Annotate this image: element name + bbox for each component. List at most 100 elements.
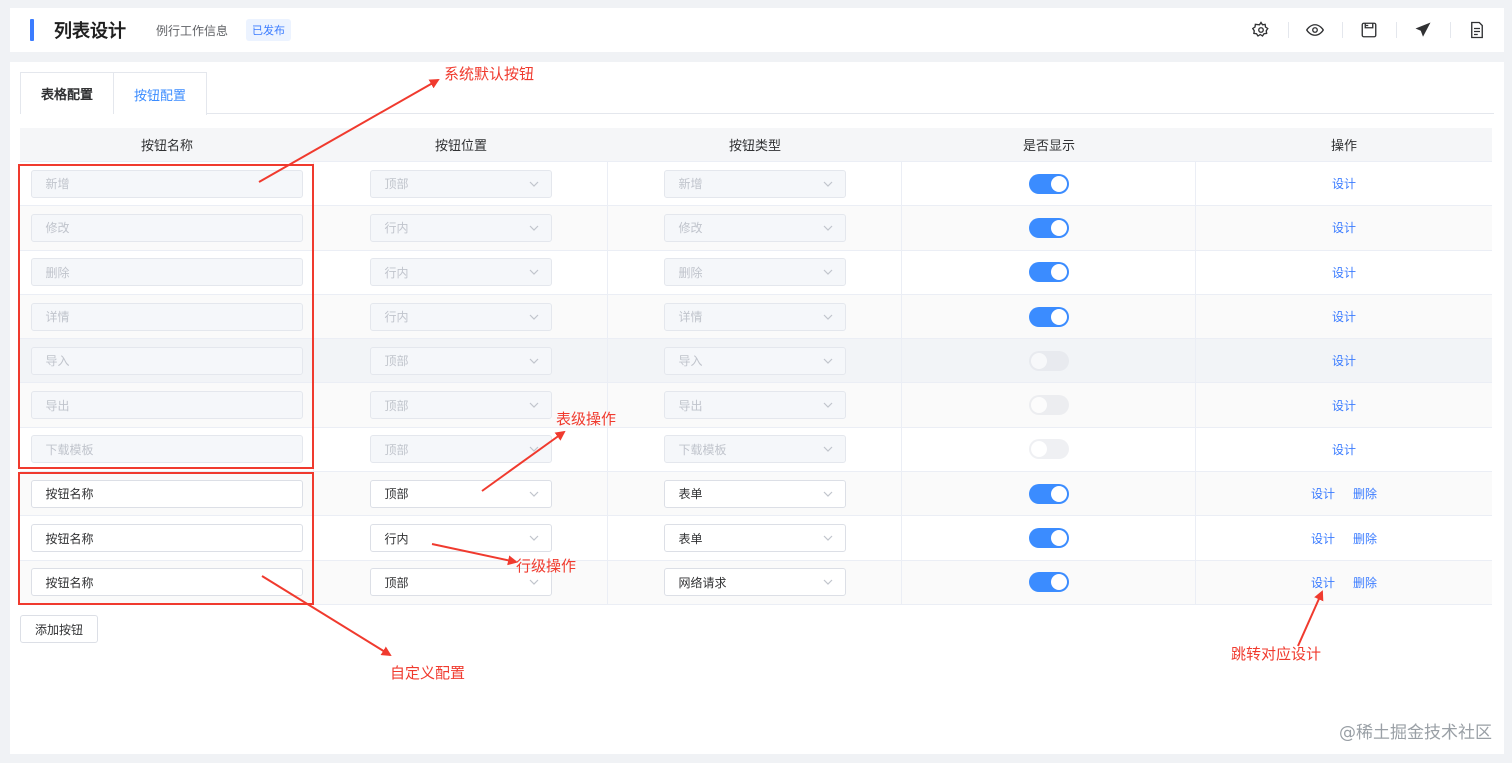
position-select[interactable]: 顶部 [369, 479, 552, 508]
type-cell: 详情 [608, 294, 902, 339]
visible-toggle[interactable] [1028, 262, 1069, 283]
position-cell: 顶部 [314, 339, 608, 383]
action-cell: 设计 [1196, 162, 1492, 205]
action-cell: 设计 删除 [1196, 516, 1492, 559]
visible-toggle[interactable] [1028, 572, 1069, 593]
chevron-down-icon [823, 533, 833, 543]
design-link[interactable]: 设计 [1332, 219, 1356, 236]
page-title: 列表设计 [54, 21, 126, 42]
position-value: 行内 [384, 221, 409, 236]
type-select: 导入 [663, 346, 846, 375]
visible-toggle[interactable] [1028, 306, 1069, 327]
design-link[interactable]: 设计 [1332, 441, 1356, 458]
type-value: 修改 [678, 221, 703, 236]
visible-toggle[interactable] [1028, 217, 1069, 238]
position-value: 顶部 [384, 575, 409, 590]
visible-toggle[interactable] [1028, 483, 1069, 504]
type-select: 新增 [663, 169, 846, 198]
config-tabs: 表格配置 按钮配置 [20, 72, 1494, 115]
type-cell: 表单 [608, 472, 902, 516]
type-select[interactable]: 网络请求 [663, 568, 846, 597]
design-link[interactable]: 设计 [1311, 530, 1335, 547]
chevron-down-icon [823, 577, 833, 587]
design-link[interactable]: 设计 [1332, 264, 1356, 281]
position-cell: 行内 [314, 516, 608, 560]
visible-cell [902, 560, 1196, 604]
type-select[interactable]: 表单 [663, 524, 846, 553]
position-cell: 顶部 [314, 472, 608, 516]
table-header: 按钮名称 按钮位置 按钮类型 是否显示 操作 [20, 128, 1492, 162]
chevron-down-icon [823, 489, 833, 499]
chevron-down-icon [823, 179, 833, 189]
chevron-down-icon [823, 312, 833, 322]
eye-icon[interactable] [1288, 8, 1342, 52]
chevron-down-icon [823, 223, 833, 233]
position-select: 行内 [369, 213, 552, 242]
annotation-system-default: 系统默认按钮 [444, 65, 535, 83]
chevron-down-icon [823, 400, 833, 410]
delete-link[interactable]: 删除 [1353, 485, 1377, 502]
design-link[interactable]: 设计 [1332, 175, 1356, 192]
position-select[interactable]: 行内 [369, 524, 552, 553]
header-toolbar [1234, 8, 1504, 52]
delete-link[interactable]: 删除 [1353, 574, 1377, 591]
design-link[interactable]: 设计 [1332, 352, 1356, 369]
column-header: 按钮名称 [140, 139, 193, 154]
add-button[interactable]: 添加按钮 [20, 615, 99, 643]
type-value: 详情 [678, 310, 703, 325]
position-cell: 行内 [314, 250, 608, 294]
design-link[interactable]: 设计 [1332, 308, 1356, 325]
position-select: 顶部 [369, 169, 552, 198]
send-icon[interactable] [1396, 8, 1450, 52]
visible-toggle[interactable] [1028, 173, 1069, 194]
delete-link[interactable]: 删除 [1353, 530, 1377, 547]
visible-toggle[interactable] [1028, 350, 1069, 371]
type-cell: 修改 [608, 206, 902, 250]
type-select: 删除 [663, 258, 846, 287]
chevron-down-icon [529, 223, 539, 233]
tab-table-config[interactable]: 表格配置 [20, 72, 115, 114]
design-link[interactable]: 设计 [1332, 397, 1356, 414]
type-cell: 删除 [608, 250, 902, 294]
position-value: 顶部 [384, 354, 409, 369]
design-link[interactable]: 设计 [1311, 485, 1335, 502]
position-cell: 顶部 [314, 427, 608, 472]
page-header: 列表设计 例行工作信息 已发布 [10, 8, 1504, 52]
save-icon[interactable] [1342, 8, 1396, 52]
chevron-down-icon [823, 356, 833, 366]
action-cell: 设计 [1196, 206, 1492, 249]
visible-cell [902, 472, 1196, 516]
visible-toggle[interactable] [1028, 439, 1069, 460]
annotation-custom: 自定义配置 [390, 664, 466, 682]
type-select[interactable]: 表单 [663, 479, 846, 508]
type-value: 导出 [678, 398, 703, 413]
action-cell: 设计 删除 [1196, 472, 1492, 515]
visible-cell [902, 294, 1196, 339]
position-cell: 行内 [314, 294, 608, 339]
design-link[interactable]: 设计 [1311, 574, 1335, 591]
action-cell: 设计 [1196, 295, 1492, 338]
position-select: 行内 [369, 258, 552, 287]
system-default-box [18, 164, 314, 469]
column-header: 按钮位置 [434, 139, 487, 154]
type-value: 新增 [678, 177, 703, 192]
type-value: 表单 [678, 531, 703, 546]
settings-icon[interactable] [1234, 8, 1288, 52]
document-icon[interactable] [1450, 8, 1504, 52]
action-cell: 设计 [1196, 383, 1492, 426]
position-cell: 顶部 [314, 162, 608, 206]
tab-button-config[interactable]: 按钮配置 [114, 72, 208, 115]
type-select: 下载模板 [663, 435, 846, 464]
visible-cell [902, 427, 1196, 472]
type-cell: 导入 [608, 339, 902, 383]
action-cell: 设计 [1196, 339, 1492, 382]
visible-toggle[interactable] [1028, 395, 1069, 416]
type-cell: 网络请求 [608, 560, 902, 604]
position-value: 行内 [384, 531, 409, 546]
visible-toggle[interactable] [1028, 528, 1069, 549]
type-value: 导入 [678, 354, 703, 369]
watermark: @稀土掘金技术社区 [1339, 723, 1492, 743]
position-value: 顶部 [384, 442, 409, 457]
column-header: 操作 [1330, 139, 1357, 154]
chevron-down-icon [529, 356, 539, 366]
